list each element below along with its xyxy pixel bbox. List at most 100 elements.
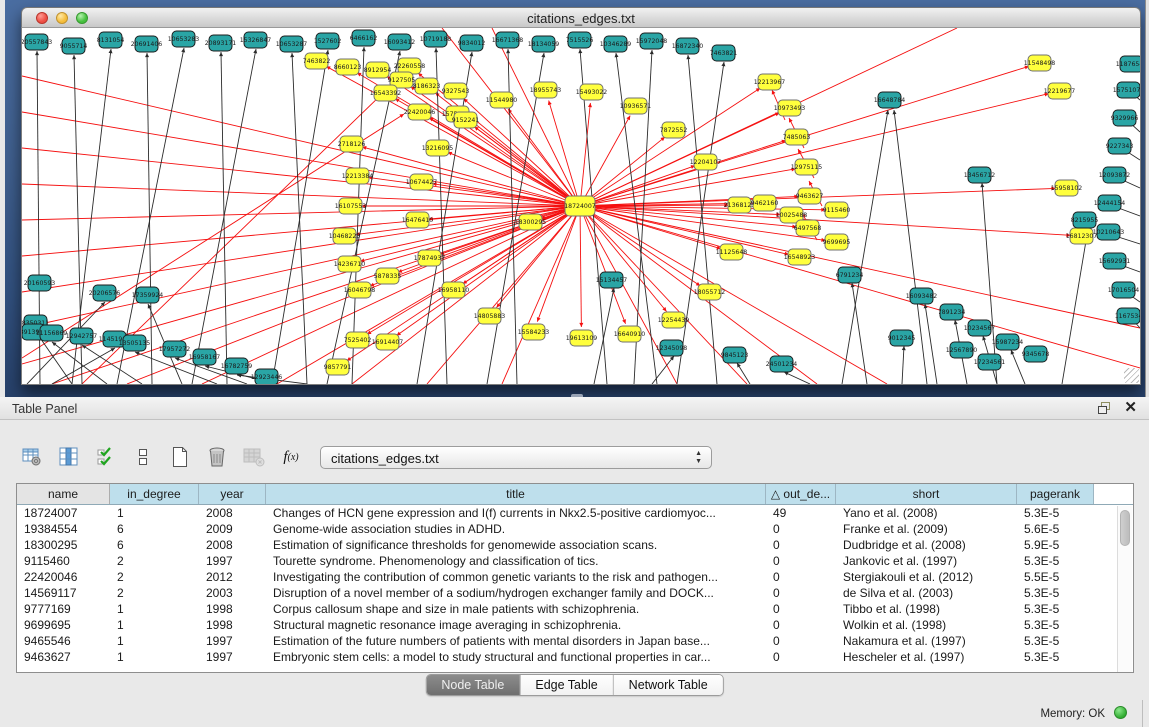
- table-row[interactable]: 969969511998Structural magnetic resonanc…: [17, 617, 1133, 633]
- delete-table-icon[interactable]: [205, 445, 229, 469]
- column-header-title[interactable]: title: [266, 484, 766, 504]
- graph-edge[interactable]: [784, 372, 810, 384]
- cell-short[interactable]: Wolkin et al. (1998): [836, 617, 1017, 633]
- close-panel-icon[interactable]: ✕: [1124, 400, 1137, 416]
- cell-pagerank[interactable]: 5.3E-5: [1017, 617, 1094, 633]
- graph-edge[interactable]: [502, 206, 580, 384]
- column-header-pagerank[interactable]: pagerank: [1017, 484, 1094, 504]
- cell-year[interactable]: 2012: [199, 569, 266, 585]
- cell-pagerank[interactable]: 5.3E-5: [1017, 633, 1094, 649]
- graph-edge[interactable]: [688, 55, 717, 384]
- graph-edge[interactable]: [902, 346, 904, 384]
- cell-pagerank[interactable]: 5.3E-5: [1017, 601, 1094, 617]
- table-row[interactable]: 1456911722003Disruption of a novel membe…: [17, 585, 1133, 601]
- cell-title[interactable]: Structural magnetic resonance image aver…: [266, 617, 766, 633]
- graph-edge[interactable]: [52, 342, 107, 384]
- table-settings-icon[interactable]: [20, 445, 44, 469]
- scrollbar-thumb[interactable]: [1120, 510, 1130, 546]
- column-header-in_degree[interactable]: in_degree: [110, 484, 199, 504]
- cell-title[interactable]: Disruption of a novel member of a sodium…: [266, 585, 766, 601]
- cell-out_degree[interactable]: 0: [766, 537, 836, 553]
- rows-icon[interactable]: [131, 445, 155, 469]
- collapsed-side-panel[interactable]: [1145, 0, 1149, 397]
- cell-in_degree[interactable]: 1: [110, 617, 199, 633]
- cell-title[interactable]: Genome-wide association studies in ADHD.: [266, 521, 766, 537]
- cell-short[interactable]: Nakamura et al. (1997): [836, 633, 1017, 649]
- cell-in_degree[interactable]: 1: [110, 505, 199, 521]
- cell-year[interactable]: 1998: [199, 617, 266, 633]
- cell-out_degree[interactable]: 0: [766, 601, 836, 617]
- tab-network-table[interactable]: Network Table: [613, 675, 723, 695]
- table-selector-dropdown[interactable]: citations_edges.txt ▲▼: [320, 446, 712, 469]
- cell-out_degree[interactable]: 0: [766, 521, 836, 537]
- cell-out_degree[interactable]: 0: [766, 633, 836, 649]
- cell-title[interactable]: Estimation of the future numbers of pati…: [266, 633, 766, 649]
- cell-name[interactable]: 22420046: [17, 569, 110, 585]
- cell-short[interactable]: Hescheler et al. (1997): [836, 649, 1017, 665]
- cell-year[interactable]: 1997: [199, 553, 266, 569]
- cell-year[interactable]: 2008: [199, 505, 266, 521]
- cell-pagerank[interactable]: 5.5E-5: [1017, 569, 1094, 585]
- cell-name[interactable]: 14569117: [17, 585, 110, 601]
- table-scrollbar[interactable]: [1117, 506, 1132, 673]
- column-header-name[interactable]: name: [17, 484, 110, 504]
- cell-title[interactable]: Estimation of significance thresholds fo…: [266, 537, 766, 553]
- graph-edge[interactable]: [580, 88, 760, 206]
- cell-in_degree[interactable]: 6: [110, 521, 199, 537]
- tab-node-table[interactable]: Node Table: [426, 675, 519, 695]
- cell-short[interactable]: de Silva et al. (2003): [836, 585, 1017, 601]
- cell-pagerank[interactable]: 5.6E-5: [1017, 521, 1094, 537]
- float-panel-icon[interactable]: [1097, 401, 1112, 415]
- cell-short[interactable]: Franke et al. (2009): [836, 521, 1017, 537]
- create-table-icon[interactable]: [168, 445, 192, 469]
- cell-year[interactable]: 1997: [199, 633, 266, 649]
- cell-in_degree[interactable]: 1: [110, 633, 199, 649]
- cell-out_degree[interactable]: 0: [766, 617, 836, 633]
- function-builder-icon[interactable]: f(x): [279, 445, 303, 469]
- cell-title[interactable]: Changes of HCN gene expression and I(f) …: [266, 505, 766, 521]
- network-graph[interactable]: 2055784390557148131054206914061065328320…: [22, 28, 1140, 384]
- cell-name[interactable]: 9699695: [17, 617, 110, 633]
- graph-edge[interactable]: [580, 206, 581, 327]
- cell-in_degree[interactable]: 2: [110, 585, 199, 601]
- graph-edge[interactable]: [22, 112, 580, 206]
- table-row[interactable]: 2242004622012Investigating the contribut…: [17, 569, 1133, 585]
- window-titlebar[interactable]: citations_edges.txt: [21, 7, 1141, 28]
- graph-edge[interactable]: [580, 166, 695, 206]
- cell-short[interactable]: Dudbridge et al. (2008): [836, 537, 1017, 553]
- cell-title[interactable]: Embryonic stem cells: a model to study s…: [266, 649, 766, 665]
- graph-edge[interactable]: [27, 302, 105, 384]
- cell-year[interactable]: 2008: [199, 537, 266, 553]
- graph-edge[interactable]: [277, 206, 580, 384]
- graph-edge[interactable]: [202, 206, 580, 384]
- import-table-icon[interactable]: [242, 445, 266, 469]
- cell-in_degree[interactable]: 2: [110, 569, 199, 585]
- table-row[interactable]: 1872400712008Changes of HCN gene express…: [17, 505, 1133, 521]
- table-row[interactable]: 977716911998Corpus callosum shape and si…: [17, 601, 1133, 617]
- cell-name[interactable]: 18724007: [17, 505, 110, 521]
- cell-pagerank[interactable]: 5.3E-5: [1017, 585, 1094, 601]
- table-row[interactable]: 911546021997Tourette syndrome. Phenomeno…: [17, 553, 1133, 569]
- cell-pagerank[interactable]: 5.3E-5: [1017, 553, 1094, 569]
- memory-ok-indicator[interactable]: [1114, 706, 1127, 719]
- cell-out_degree[interactable]: 0: [766, 569, 836, 585]
- graph-edge[interactable]: [147, 53, 152, 384]
- table-row[interactable]: 946554611997Estimation of the future num…: [17, 633, 1133, 649]
- cell-short[interactable]: Yano et al. (2008): [836, 505, 1017, 521]
- graph-edge[interactable]: [272, 50, 328, 384]
- cell-title[interactable]: Investigating the contribution of common…: [266, 569, 766, 585]
- table-row[interactable]: 946362711997Embryonic stem cells: a mode…: [17, 649, 1133, 665]
- cell-short[interactable]: Stergiakouli et al. (2012): [836, 569, 1017, 585]
- cell-name[interactable]: 9463627: [17, 649, 110, 665]
- cell-in_degree[interactable]: 2: [110, 553, 199, 569]
- column-header-year[interactable]: year: [199, 484, 266, 504]
- graph-edge[interactable]: [362, 147, 580, 206]
- cell-pagerank[interactable]: 5.9E-5: [1017, 537, 1094, 553]
- clear-selection-icon[interactable]: [94, 445, 118, 469]
- select-columns-icon[interactable]: [57, 445, 81, 469]
- cell-out_degree[interactable]: 0: [766, 585, 836, 601]
- cell-title[interactable]: Tourette syndrome. Phenomenology and cla…: [266, 553, 766, 569]
- cell-short[interactable]: Jankovic et al. (1997): [836, 553, 1017, 569]
- graph-edge[interactable]: [677, 62, 724, 384]
- cell-short[interactable]: Tibbo et al. (1998): [836, 601, 1017, 617]
